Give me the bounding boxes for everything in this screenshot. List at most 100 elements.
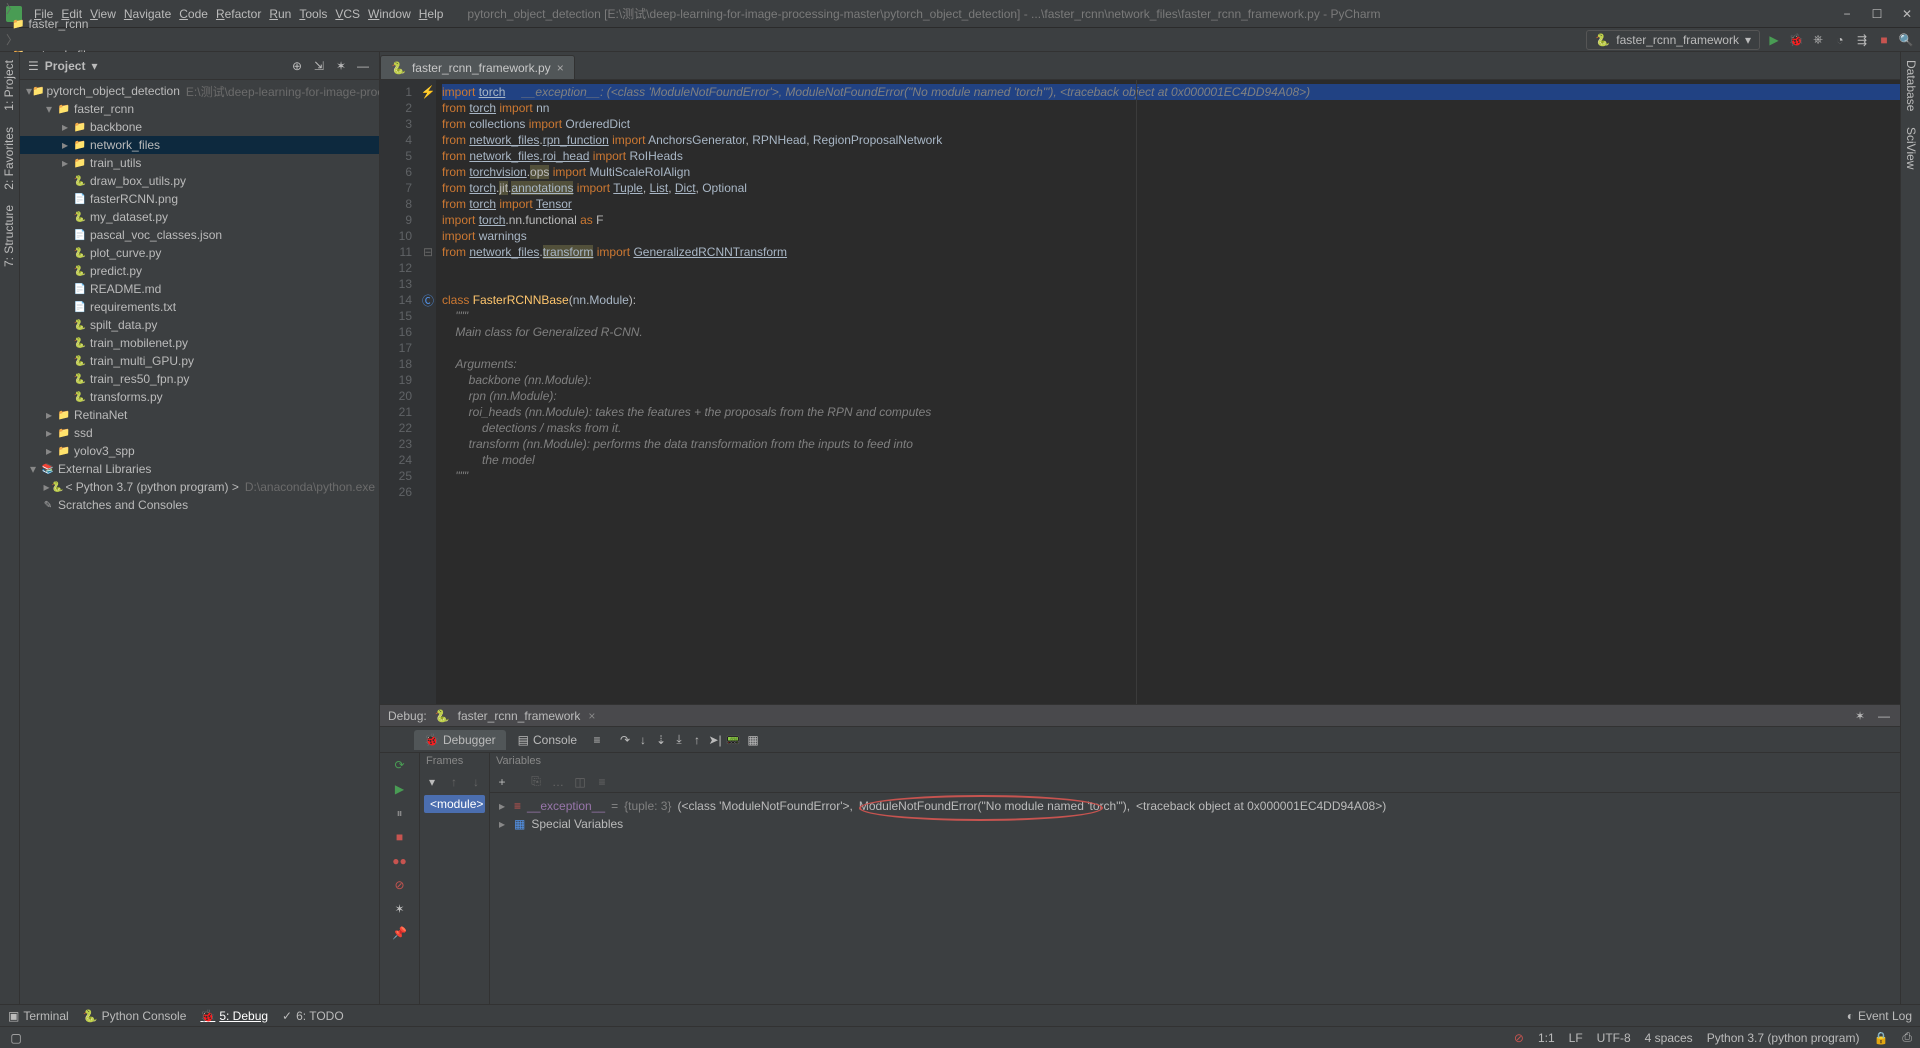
tree-item--python-3-7-python-program-[interactable]: ▸🐍< Python 3.7 (python program) >D:\anac… — [20, 478, 379, 496]
run-config-dropdown[interactable]: 🐍 faster_rcnn_framework ▾ — [1586, 30, 1760, 50]
var-exception[interactable]: ▸ ≡ __exception__ = {tuple: 3} (<class '… — [496, 797, 1894, 815]
rerun-icon[interactable]: ⟳ — [392, 757, 408, 773]
var-tool-1[interactable]: ⎘ — [528, 774, 544, 790]
tree-item-train-multi-gpu-py[interactable]: 🐍train_multi_GPU.py — [20, 352, 379, 370]
status-toggle-icon[interactable]: ▢ — [8, 1030, 24, 1046]
step-over-icon[interactable]: ↷ — [617, 732, 633, 748]
tree-item-scratches-and-consoles[interactable]: ✎Scratches and Consoles — [20, 496, 379, 514]
tw-eventlog[interactable]: ◐Event Log — [1847, 1009, 1912, 1023]
hide-icon[interactable]: — — [355, 58, 371, 74]
run-button[interactable]: ▶ — [1766, 32, 1782, 48]
frame-down-icon[interactable]: ↓ — [468, 774, 484, 790]
code-editor[interactable]: 1234567891011121314151617181920212223242… — [380, 80, 1900, 704]
frame-up-icon[interactable]: ↑ — [446, 774, 462, 790]
var-tool-4[interactable]: ≡ — [594, 774, 610, 790]
tree-item-pascal-voc-classes-json[interactable]: 📄pascal_voc_classes.json — [20, 226, 379, 244]
status-enc[interactable]: UTF-8 — [1597, 1031, 1631, 1045]
debug-session[interactable]: faster_rcnn_framework — [458, 709, 581, 723]
maximize-button[interactable]: ☐ — [1870, 7, 1884, 21]
tree-item-yolov3-spp[interactable]: ▸📁yolov3_spp — [20, 442, 379, 460]
step-into-my-icon[interactable]: ⇣ — [653, 732, 669, 748]
tw-debug[interactable]: 🐞5: Debug — [200, 1009, 268, 1023]
settings-debug-icon[interactable]: ✶ — [392, 901, 408, 917]
frames-dropdown[interactable]: ▾ — [424, 774, 440, 790]
tree-item-draw-box-utils-py[interactable]: 🐍draw_box_utils.py — [20, 172, 379, 190]
chevron-down-icon[interactable]: ▾ — [91, 59, 97, 73]
tree-item-backbone[interactable]: ▸📁backbone — [20, 118, 379, 136]
menu-help[interactable]: Help — [415, 5, 448, 23]
pause-icon[interactable]: ⏸ — [392, 805, 408, 821]
status-error-icon[interactable]: ⊘ — [1514, 1031, 1524, 1045]
expand-icon[interactable]: ▸ — [496, 817, 508, 831]
concurrency-button[interactable]: ⇶ — [1854, 32, 1870, 48]
tree-item-predict-py[interactable]: 🐍predict.py — [20, 262, 379, 280]
tree-item-train-res50-fpn-py[interactable]: 🐍train_res50_fpn.py — [20, 370, 379, 388]
step-into-icon[interactable]: ↓ — [635, 732, 651, 748]
status-imgpipe-icon[interactable]: ⎙ — [1902, 1030, 1912, 1045]
debug-hide-icon[interactable]: — — [1876, 708, 1892, 724]
add-watch-icon[interactable]: + — [494, 774, 510, 790]
debug-settings-icon[interactable]: ✶ — [1852, 708, 1868, 724]
gutter-tab-favorites[interactable]: 2: Favorites — [0, 119, 19, 198]
menu-tools[interactable]: Tools — [295, 5, 331, 23]
search-everywhere-button[interactable]: 🔍 — [1898, 32, 1914, 48]
tw-todo[interactable]: ✓6: TODO — [282, 1009, 344, 1023]
gutter-tab-structure[interactable]: 7: Structure — [0, 197, 19, 275]
tree-item-my-dataset-py[interactable]: 🐍my_dataset.py — [20, 208, 379, 226]
profile-button[interactable]: ◔ — [1832, 32, 1848, 48]
debug-button[interactable]: 🐞 — [1788, 32, 1804, 48]
settings-icon[interactable]: ✶ — [333, 58, 349, 74]
project-tree[interactable]: ▾📁pytorch_object_detectionE:\测试\deep-lea… — [20, 80, 379, 1004]
console-tab[interactable]: ▤Console — [508, 730, 587, 750]
collapse-icon[interactable]: ⇲ — [311, 58, 327, 74]
gutter-tab-sciview[interactable]: SciView — [1901, 119, 1920, 177]
close-button[interactable]: ✕ — [1900, 7, 1914, 21]
tw-terminal[interactable]: ▣Terminal — [8, 1009, 69, 1023]
tree-item-retinanet[interactable]: ▸📁RetinaNet — [20, 406, 379, 424]
tree-item-spilt-data-py[interactable]: 🐍spilt_data.py — [20, 316, 379, 334]
var-tool-2[interactable]: … — [550, 774, 566, 790]
resume-icon[interactable]: ▶ — [392, 781, 408, 797]
run-to-cursor-icon[interactable]: ➤| — [707, 732, 723, 748]
tree-item-fasterrcnn-png[interactable]: 📄fasterRCNN.png — [20, 190, 379, 208]
menu-vcs[interactable]: VCS — [331, 5, 364, 23]
status-le[interactable]: LF — [1569, 1031, 1583, 1045]
tree-item-pytorch-object-detection[interactable]: ▾📁pytorch_object_detectionE:\测试\deep-lea… — [20, 82, 379, 100]
threads-icon[interactable]: ≡ — [589, 732, 605, 748]
tab-faster-rcnn-framework[interactable]: 🐍 faster_rcnn_framework.py × — [380, 55, 575, 79]
breadcrumb-1[interactable]: 📁faster_rcnn — [6, 17, 173, 31]
layout-icon[interactable]: ▦ — [745, 732, 761, 748]
pin-icon[interactable]: 📌 — [392, 925, 408, 941]
frame-module[interactable]: <module> — [424, 795, 485, 813]
menu-code[interactable]: Code — [175, 5, 212, 23]
tree-item-transforms-py[interactable]: 🐍transforms.py — [20, 388, 379, 406]
tw-pyconsole[interactable]: 🐍Python Console — [83, 1009, 187, 1023]
tree-item-ssd[interactable]: ▸📁ssd — [20, 424, 379, 442]
minimize-button[interactable]: − — [1840, 7, 1854, 21]
tree-item-train-mobilenet-py[interactable]: 🐍train_mobilenet.py — [20, 334, 379, 352]
evaluate-icon[interactable]: 📟 — [725, 732, 741, 748]
stop-debug-icon[interactable]: ■ — [392, 829, 408, 845]
expand-icon[interactable]: ▸ — [496, 799, 508, 813]
debugger-tab[interactable]: 🐞Debugger — [414, 730, 506, 750]
locate-icon[interactable]: ⊕ — [289, 58, 305, 74]
status-interpreter[interactable]: Python 3.7 (python program) — [1707, 1031, 1860, 1045]
menu-window[interactable]: Window — [364, 5, 415, 23]
tree-item-external-libraries[interactable]: ▾📚External Libraries — [20, 460, 379, 478]
status-indent[interactable]: 4 spaces — [1645, 1031, 1693, 1045]
status-lock-icon[interactable]: 🔒 — [1873, 1031, 1888, 1045]
menu-refactor[interactable]: Refactor — [212, 5, 265, 23]
coverage-button[interactable]: ⎈ — [1810, 32, 1826, 48]
var-special[interactable]: ▸ ▦ Special Variables — [496, 815, 1894, 833]
var-tool-3[interactable]: ◫ — [572, 774, 588, 790]
status-pos[interactable]: 1:1 — [1538, 1031, 1555, 1045]
variables-body[interactable]: ▸ ≡ __exception__ = {tuple: 3} (<class '… — [490, 793, 1900, 1004]
tree-item-plot-curve-py[interactable]: 🐍plot_curve.py — [20, 244, 379, 262]
code-area[interactable]: import torch __exception__: (<class 'Mod… — [436, 80, 1900, 704]
gutter-tab-project[interactable]: 1: Project — [0, 52, 19, 119]
view-breakpoints-icon[interactable]: ●● — [392, 853, 408, 869]
step-out-icon[interactable]: ↑ — [689, 732, 705, 748]
tree-item-train-utils[interactable]: ▸📁train_utils — [20, 154, 379, 172]
menu-run[interactable]: Run — [265, 5, 295, 23]
stop-button[interactable]: ■ — [1876, 32, 1892, 48]
